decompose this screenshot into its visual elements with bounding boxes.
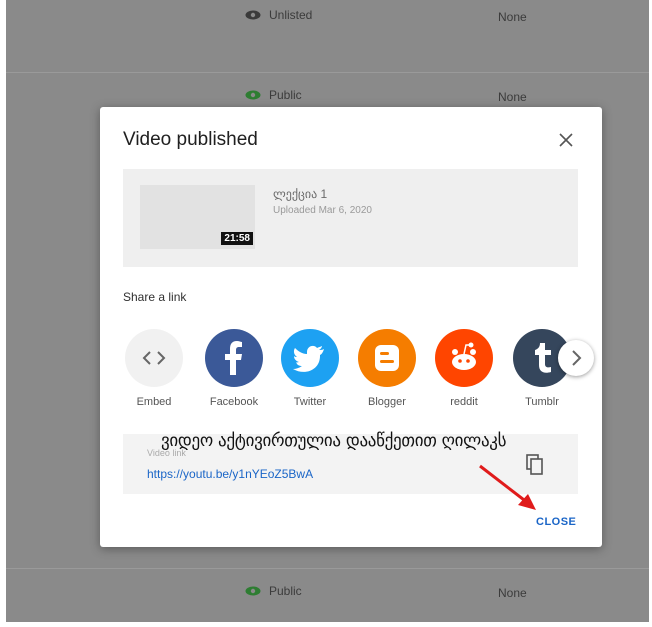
share-label-twitter: Twitter: [293, 396, 327, 408]
share-scroll-next-button[interactable]: [558, 340, 594, 376]
restrictions-label: None: [498, 90, 527, 104]
annotation-arrow-icon: [479, 464, 536, 510]
video-link-label: Video link: [147, 448, 186, 458]
share-facebook[interactable]: Facebook: [204, 329, 264, 408]
twitter-icon: [281, 329, 339, 387]
restrictions-label: None: [498, 586, 527, 600]
facebook-icon: [205, 329, 263, 387]
eye-icon: [245, 585, 261, 599]
table-divider: [6, 568, 649, 569]
share-reddit[interactable]: reddit: [434, 329, 494, 408]
video-link-url[interactable]: https://youtu.be/y1nYEoZ5BwA: [147, 467, 313, 481]
share-blogger[interactable]: Blogger: [357, 329, 417, 408]
upload-date: Uploaded Mar 6, 2020: [273, 205, 372, 216]
visibility-cell: Public: [245, 584, 302, 599]
share-label-blogger: Blogger: [368, 396, 406, 408]
video-summary: 21:58 ლექცია 1 Uploaded Mar 6, 2020: [123, 169, 578, 267]
chevron-right-icon: [572, 350, 582, 366]
visibility-cell: Unlisted: [245, 8, 312, 23]
eye-icon: [245, 89, 261, 103]
table-divider: [6, 72, 649, 73]
video-title: ლექცია 1: [273, 187, 328, 201]
share-embed[interactable]: Embed: [124, 329, 184, 408]
share-label-facebook: Facebook: [209, 396, 259, 408]
reddit-icon: [435, 329, 493, 387]
annotation-text: ვიდეო აქტივირთულია დააწქეთით ღილაკს: [161, 431, 507, 451]
visibility-label: Unlisted: [269, 8, 313, 22]
share-label-embed: Embed: [136, 396, 172, 408]
visibility-cell: Public: [245, 88, 302, 103]
close-icon[interactable]: [555, 129, 577, 151]
eye-icon: [245, 9, 261, 23]
duration-badge: 21:58: [221, 232, 253, 245]
share-label-reddit: reddit: [450, 396, 478, 408]
embed-code-icon: [125, 329, 183, 387]
share-label-tumblr: Tumblr: [525, 396, 559, 408]
share-twitter[interactable]: Twitter: [280, 329, 340, 408]
video-thumbnail[interactable]: 21:58: [140, 185, 255, 249]
dialog-title: Video published: [123, 129, 258, 150]
share-label: Share a link: [123, 290, 187, 304]
restrictions-label: None: [498, 10, 527, 24]
visibility-label: Public: [269, 88, 302, 102]
visibility-label: Public: [269, 584, 302, 598]
blogger-icon: [358, 329, 416, 387]
